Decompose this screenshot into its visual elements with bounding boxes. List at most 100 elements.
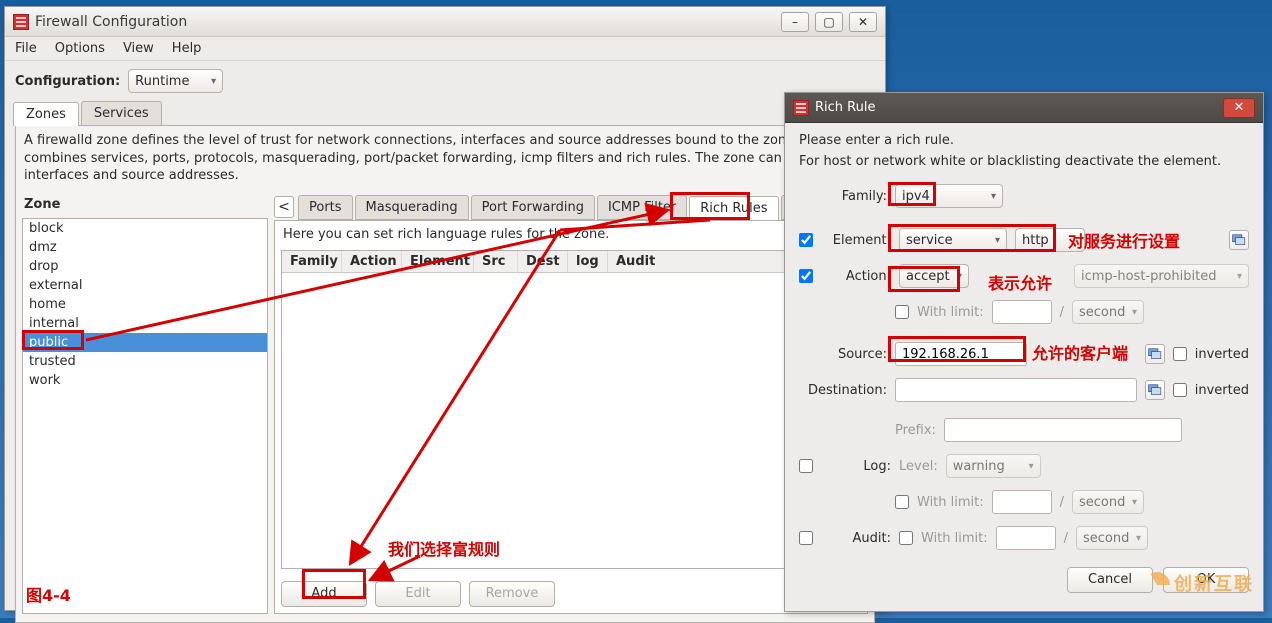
audit-limit-label: With limit: — [921, 531, 988, 546]
action-icmp-select[interactable]: icmp-host-prohibited ▾ — [1074, 264, 1249, 288]
action-checkbox[interactable] — [799, 269, 813, 283]
audit-checkbox[interactable] — [799, 531, 813, 545]
zones-panel: A firewalld zone defines the level of tr… — [15, 125, 875, 623]
menu-file[interactable]: File — [15, 41, 37, 56]
family-value: ipv4 — [902, 189, 930, 204]
dialog-hint-2: For host or network white or blacklistin… — [799, 154, 1249, 169]
add-button[interactable]: Add — [281, 581, 367, 607]
zone-drop[interactable]: drop — [23, 257, 267, 276]
log-checkbox[interactable] — [799, 459, 813, 473]
chevron-down-icon: ▾ — [211, 76, 216, 87]
dialog-close-button[interactable]: ✕ — [1223, 98, 1255, 118]
zone-description: A firewalld zone defines the level of tr… — [16, 126, 874, 191]
dest-inverted-checkbox[interactable] — [1173, 383, 1187, 397]
log-limit-row: With limit: / second▾ — [895, 487, 1249, 517]
level-label: Level: — [899, 459, 938, 474]
tab-port-forwarding[interactable]: Port Forwarding — [471, 195, 595, 220]
dest-label: Destination: — [799, 383, 887, 398]
maximize-button[interactable]: ▢ — [815, 12, 843, 32]
limit-slash: / — [1060, 305, 1064, 320]
audit-limit-input[interactable] — [996, 526, 1056, 550]
chevron-down-icon: ▾ — [991, 191, 996, 202]
watermark: 创新互联 — [1144, 570, 1254, 598]
zone-block[interactable]: block — [23, 219, 267, 238]
firewall-icon — [13, 14, 29, 30]
dest-browse-button[interactable] — [1145, 380, 1165, 400]
col-log[interactable]: log — [568, 251, 608, 272]
log-row: Log: Level: warning ▾ — [799, 451, 1249, 481]
action-select[interactable]: accept ▾ — [899, 264, 969, 288]
minimize-button[interactable]: – — [781, 12, 809, 32]
col-src[interactable]: Src — [474, 251, 518, 272]
col-family[interactable]: Family — [282, 251, 342, 272]
tab-scroll-left[interactable]: < — [274, 196, 294, 218]
log-limit-input[interactable] — [992, 490, 1052, 514]
source-inverted-checkbox[interactable] — [1173, 347, 1187, 361]
tab-rich-rules[interactable]: Rich Rules — [689, 196, 778, 221]
tab-ports[interactable]: Ports — [298, 195, 353, 220]
config-label: Configuration: — [15, 74, 120, 89]
config-row: Configuration: Runtime ▾ — [5, 61, 885, 101]
zone-trusted[interactable]: trusted — [23, 352, 267, 371]
col-element[interactable]: Element — [402, 251, 474, 272]
menu-view[interactable]: View — [123, 41, 154, 56]
audit-limit-checkbox[interactable] — [899, 531, 913, 545]
menu-help[interactable]: Help — [172, 41, 202, 56]
tab-services[interactable]: Services — [81, 101, 162, 125]
family-label: Family: — [799, 189, 887, 204]
remove-button[interactable]: Remove — [469, 581, 555, 607]
family-select[interactable]: ipv4 ▾ — [895, 184, 1003, 208]
dialog-title: Rich Rule — [815, 100, 875, 115]
tab-masquerading[interactable]: Masquerading — [355, 195, 469, 220]
zone-header: Zone — [22, 195, 268, 218]
dest-input[interactable] — [895, 378, 1137, 402]
zone-public[interactable]: public — [23, 333, 267, 352]
element-browse-button[interactable] — [1229, 230, 1249, 250]
action-limit-input[interactable] — [992, 300, 1052, 324]
action-label: Action: — [821, 269, 891, 284]
chevron-down-icon: ▾ — [1029, 461, 1034, 472]
level-select[interactable]: warning ▾ — [946, 454, 1041, 478]
level-value: warning — [953, 459, 1005, 474]
audit-limit-unit[interactable]: second▾ — [1076, 526, 1148, 550]
family-row: Family: ipv4 ▾ — [799, 181, 1249, 211]
element-type-select[interactable]: service ▾ — [899, 228, 1007, 252]
zone-work[interactable]: work — [23, 371, 267, 390]
config-select[interactable]: Runtime ▾ — [128, 69, 223, 93]
source-input[interactable] — [895, 342, 1027, 366]
zone-internal[interactable]: internal — [23, 314, 267, 333]
edit-button[interactable]: Edit — [375, 581, 461, 607]
tab-icmp-filter[interactable]: ICMP Filter — [597, 195, 687, 220]
config-value: Runtime — [135, 74, 189, 89]
zone-home[interactable]: home — [23, 295, 267, 314]
source-browse-button[interactable] — [1145, 344, 1165, 364]
close-button[interactable]: ✕ — [849, 12, 877, 32]
menu-options[interactable]: Options — [55, 41, 105, 56]
element-checkbox[interactable] — [799, 233, 813, 247]
zone-dmz[interactable]: dmz — [23, 238, 267, 257]
col-dest[interactable]: Dest — [518, 251, 568, 272]
inner-tabs: Ports Masquerading Port Forwarding ICMP … — [298, 195, 822, 220]
log-limit-checkbox[interactable] — [895, 495, 909, 509]
prefix-input[interactable] — [944, 418, 1182, 442]
log-limit-unit[interactable]: second▾ — [1072, 490, 1144, 514]
action-limit-unit[interactable]: second▾ — [1072, 300, 1144, 324]
rich-rule-dialog: Rich Rule ✕ Please enter a rich rule. Fo… — [784, 92, 1264, 612]
col-action[interactable]: Action — [342, 251, 402, 272]
action-limit-checkbox[interactable] — [895, 305, 909, 319]
zone-list[interactable]: block dmz drop external home internal pu… — [22, 218, 268, 614]
outer-tabs: Zones Services — [5, 101, 885, 125]
browse-icon — [1148, 348, 1162, 360]
rich-rules-table[interactable]: Family Action Element Src Dest log Audit — [281, 250, 861, 569]
chevron-down-icon: ▾ — [995, 235, 1000, 246]
audit-row: Audit: With limit: / second▾ — [799, 523, 1249, 553]
cancel-button[interactable]: Cancel — [1067, 567, 1153, 593]
window-title: Firewall Configuration — [35, 14, 187, 30]
dialog-titlebar[interactable]: Rich Rule ✕ — [785, 93, 1263, 123]
titlebar[interactable]: Firewall Configuration – ▢ ✕ — [5, 7, 885, 37]
zone-external[interactable]: external — [23, 276, 267, 295]
element-service-select[interactable]: http — [1015, 228, 1085, 252]
tab-zones[interactable]: Zones — [13, 102, 79, 126]
browse-icon — [1232, 234, 1246, 246]
dest-row: Destination: inverted — [799, 375, 1249, 405]
